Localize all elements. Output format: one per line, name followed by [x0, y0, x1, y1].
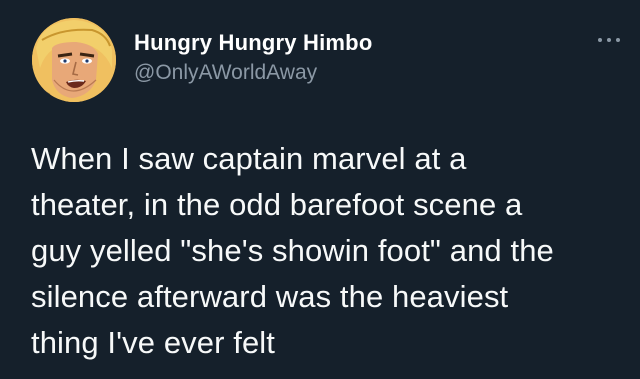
tweet-text-line: thing I've ever felt: [31, 325, 275, 360]
author-names: Hungry Hungry Himbo @OnlyAWorldAway: [134, 29, 372, 87]
tweet-text-line: theater, in the odd barefoot scene a: [31, 187, 523, 222]
user-handle[interactable]: @OnlyAWorldAway: [134, 59, 372, 87]
tweet-text-line: guy yelled "she's showin foot" and the: [31, 233, 554, 268]
more-dot: [607, 38, 611, 42]
more-options-icon[interactable]: [598, 36, 620, 44]
display-name[interactable]: Hungry Hungry Himbo: [134, 29, 372, 57]
tweet-card: Hungry Hungry Himbo @OnlyAWorldAway When…: [0, 0, 640, 379]
more-dot: [616, 38, 620, 42]
tweet-text-line: silence afterward was the heaviest: [31, 279, 509, 314]
more-dot: [598, 38, 602, 42]
tweet-header: Hungry Hungry Himbo @OnlyAWorldAway: [32, 14, 372, 106]
tweet-text-line: When I saw captain marvel at a: [31, 141, 467, 176]
he-man-avatar-icon: [32, 18, 116, 102]
avatar[interactable]: [32, 18, 116, 102]
tweet-text: When I saw captain marvel at a theater, …: [31, 136, 631, 366]
